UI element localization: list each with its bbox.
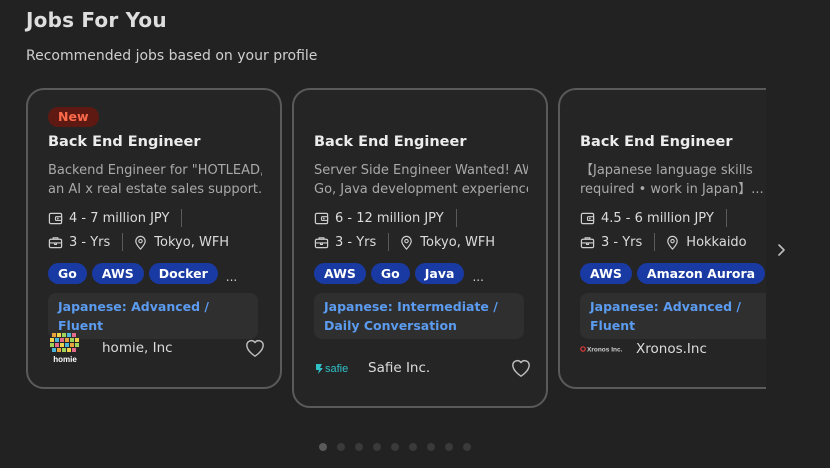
chevron-right-icon[interactable]	[775, 240, 789, 260]
skill-tag: Java	[414, 263, 465, 284]
wallet-icon	[314, 212, 329, 224]
briefcase-icon	[314, 236, 329, 248]
experience-text: 3 - Yrs	[335, 234, 377, 250]
location-text: Hokkaido	[686, 234, 747, 250]
location-text: Tokyo, WFH	[420, 234, 496, 250]
company-logo: homie	[50, 333, 79, 364]
salary-row: 6 - 12 million JPY	[314, 209, 467, 227]
job-description: Server Side Engineer Wanted! AWS, Go, Ja…	[314, 163, 528, 197]
wallet-icon	[48, 212, 63, 224]
skill-tag: AWS	[314, 263, 366, 284]
briefcase-icon	[48, 236, 63, 248]
job-title[interactable]: Back End Engineer	[580, 134, 733, 150]
pagination-dot[interactable]	[391, 443, 399, 451]
svg-text:safie: safie	[325, 363, 348, 375]
pagination-dot[interactable]	[409, 443, 417, 451]
company-logo: Xronos Inc.	[580, 346, 623, 354]
skill-tag: Go	[48, 263, 87, 284]
briefcase-icon	[580, 236, 595, 248]
skill-tag: Amazon Aurora	[636, 263, 766, 284]
job-title[interactable]: Back End Engineer	[314, 134, 467, 150]
heart-icon[interactable]	[510, 358, 532, 378]
heart-icon[interactable]	[244, 338, 266, 358]
salary-row: 4.5 - 6 million JPY	[580, 209, 737, 227]
location-pin-icon	[135, 235, 147, 250]
location-text: Tokyo, WFH	[154, 234, 230, 250]
location-pin-icon	[667, 235, 679, 250]
job-description: Backend Engineer for "HOTLEAD," an AI x …	[48, 163, 262, 197]
wallet-icon	[580, 212, 595, 224]
divider	[455, 209, 457, 227]
company-name: Safie Inc.	[368, 360, 431, 376]
skill-tags: AWS Go Java ...	[314, 262, 484, 284]
pagination-dot[interactable]	[427, 443, 435, 451]
divider	[388, 233, 390, 251]
job-title[interactable]: Back End Engineer	[48, 134, 201, 150]
pagination-dot[interactable]	[463, 443, 471, 451]
job-card[interactable]: New Back End Engineer Backend Engineer f…	[26, 88, 282, 389]
experience-text: 3 - Yrs	[69, 234, 111, 250]
page-title: Jobs For You	[26, 8, 167, 32]
company-row[interactable]: safie Safie Inc.	[314, 360, 430, 376]
company-logo: safie	[316, 363, 348, 375]
job-card[interactable]: Back End Engineer 【Japanese language ski…	[558, 88, 766, 389]
salary-text: 4 - 7 million JPY	[69, 210, 170, 226]
divider	[122, 233, 124, 251]
new-badge: New	[48, 107, 99, 127]
skill-tag: AWS	[91, 263, 144, 284]
svg-text:Xronos Inc.: Xronos Inc.	[587, 347, 623, 354]
salary-text: 6 - 12 million JPY	[335, 210, 444, 226]
divider	[654, 233, 656, 251]
company-name: homie, Inc	[102, 340, 173, 356]
jobs-carousel: New Back End Engineer Backend Engineer f…	[0, 86, 766, 416]
skill-tag: Docker	[148, 263, 218, 284]
svg-text:homie: homie	[53, 355, 77, 364]
carousel-pagination	[319, 443, 481, 451]
pagination-dot[interactable]	[373, 443, 381, 451]
skill-tag: Go	[370, 263, 410, 284]
divider	[181, 209, 183, 227]
more-tags: ...	[472, 270, 484, 284]
job-description: 【Japanese language skills required • wor…	[580, 163, 764, 197]
skill-tags: Go AWS Docker ...	[48, 262, 237, 284]
page-subtitle: Recommended jobs based on your profile	[26, 48, 318, 64]
info-row: 3 - Yrs Tokyo, WFH	[314, 233, 495, 251]
salary-row: 4 - 7 million JPY	[48, 209, 192, 227]
info-row: 3 - Yrs Tokyo, WFH	[48, 233, 229, 251]
company-name: Xronos.Inc	[636, 341, 707, 357]
company-row[interactable]: Xronos Inc. Xronos.Inc	[580, 341, 707, 357]
experience-text: 3 - Yrs	[601, 234, 643, 250]
divider	[725, 209, 727, 227]
company-row[interactable]: homie homie, Inc	[48, 331, 173, 365]
salary-text: 4.5 - 6 million JPY	[601, 210, 714, 226]
skill-tag: AWS	[580, 263, 632, 284]
skill-tags: AWS Amazon Aurora ...	[580, 262, 766, 284]
job-card[interactable]: Back End Engineer Server Side Engineer W…	[292, 88, 548, 408]
pagination-dot[interactable]	[337, 443, 345, 451]
language-requirement: Japanese: Advanced / Fluent	[580, 293, 766, 339]
pagination-dot[interactable]	[445, 443, 453, 451]
pagination-dot[interactable]	[319, 443, 327, 451]
info-row: 3 - Yrs Hokkaido	[580, 233, 747, 251]
language-requirement: Japanese: Intermediate / Daily Conversat…	[314, 293, 524, 339]
location-pin-icon	[401, 235, 413, 250]
more-tags: ...	[225, 270, 238, 284]
pagination-dot[interactable]	[355, 443, 363, 451]
